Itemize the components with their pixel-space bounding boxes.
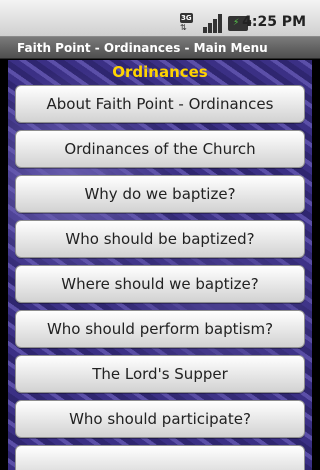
menu-button-about[interactable]: About Faith Point - Ordinances — [15, 85, 305, 123]
section-header: Ordinances — [112, 63, 208, 81]
menu-button-where-baptize[interactable]: Where should we baptize? — [15, 265, 305, 303]
menu-button-who-perform[interactable]: Who should perform baptism? — [15, 310, 305, 348]
app-title-bar: Faith Point - Ordinances - Main Menu — [0, 37, 320, 59]
menu-button-why-baptize[interactable]: Why do we baptize? — [15, 175, 305, 213]
network-type-label: 3G — [180, 13, 193, 23]
main-content[interactable]: Ordinances About Faith Point - Ordinance… — [8, 60, 312, 470]
status-icons: 3G ⇅ ⚡ — [178, 12, 251, 34]
menu-button-who-participate[interactable]: Who should participate? — [15, 400, 305, 438]
clock: 4:25 PM — [242, 14, 306, 30]
signal-strength-icon — [203, 13, 222, 33]
network-3g-icon: 3G ⇅ — [178, 12, 200, 34]
status-bar: 3G ⇅ ⚡ 4:25 PM — [0, 0, 320, 37]
menu-button-ordinances-of-church[interactable]: Ordinances of the Church — [15, 130, 305, 168]
menu-button-who-baptized[interactable]: Who should be baptized? — [15, 220, 305, 258]
app-title: Faith Point - Ordinances - Main Menu — [17, 41, 268, 55]
menu-button-lords-supper[interactable]: The Lord's Supper — [15, 355, 305, 393]
data-activity-icon: ⇅ — [180, 23, 187, 32]
menu-button-partial[interactable] — [15, 445, 305, 470]
